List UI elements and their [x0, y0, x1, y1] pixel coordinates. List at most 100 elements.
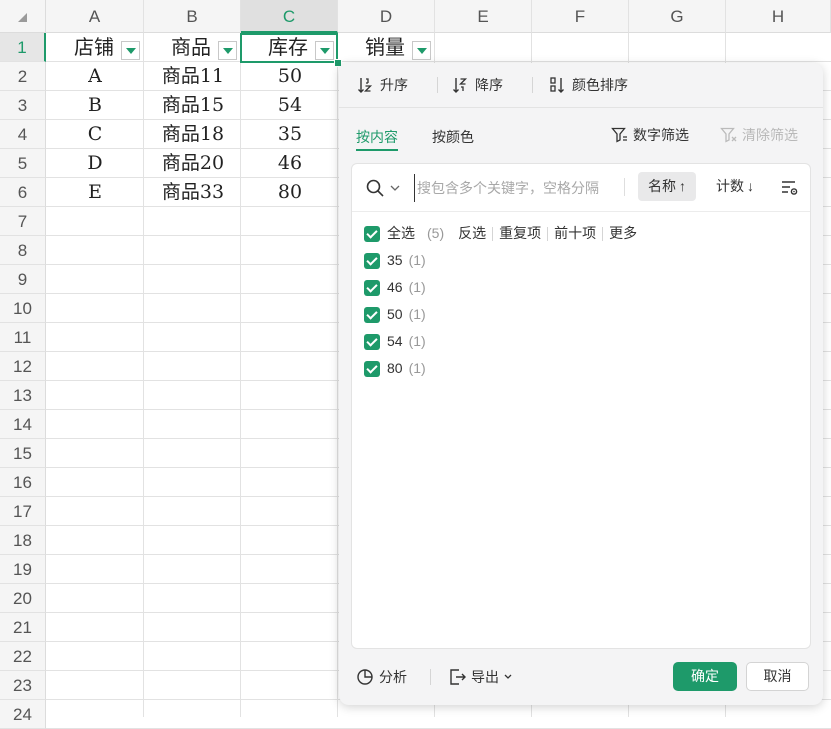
- cell-store[interactable]: E: [47, 178, 143, 207]
- cell-product[interactable]: 商品15: [145, 91, 241, 120]
- row-header-5[interactable]: 5: [0, 149, 46, 178]
- row-header-23[interactable]: 23: [0, 671, 46, 700]
- tab-by-color[interactable]: 按颜色: [432, 127, 474, 147]
- sort-by-color-label: 颜色排序: [572, 77, 628, 93]
- cell-store[interactable]: C: [47, 120, 143, 149]
- cell-product[interactable]: 商品11: [145, 62, 241, 91]
- value-label: 35: [387, 252, 403, 268]
- select-all-row[interactable]: 全选 (5) 反选 重复项 前十项 更多: [364, 220, 643, 247]
- value-list-item[interactable]: 54 (1): [364, 328, 643, 355]
- value-checkbox[interactable]: [364, 333, 380, 350]
- value-count: (1): [408, 360, 426, 376]
- row-header-24[interactable]: 24: [0, 700, 46, 729]
- more-link[interactable]: 更多: [603, 220, 643, 247]
- value-list-item[interactable]: 46 (1): [364, 274, 643, 301]
- cell-stock[interactable]: 46: [242, 149, 338, 178]
- row-header-16[interactable]: 16: [0, 468, 46, 497]
- row-header-1[interactable]: 1: [0, 33, 46, 62]
- color-sort-icon: [549, 76, 567, 94]
- header-cell-sales[interactable]: 销量: [365, 33, 405, 62]
- value-checkbox[interactable]: [364, 360, 380, 377]
- row-header-20[interactable]: 20: [0, 584, 46, 613]
- export-button[interactable]: 导出: [448, 663, 512, 691]
- clear-filter-button[interactable]: 清除筛选: [720, 125, 798, 145]
- cell-stock[interactable]: 50: [242, 62, 338, 91]
- value-list-item[interactable]: 80 (1): [364, 355, 643, 382]
- value-checkbox[interactable]: [364, 306, 380, 323]
- cell-store[interactable]: D: [47, 149, 143, 178]
- row-header-22[interactable]: 22: [0, 642, 46, 671]
- invert-selection-link[interactable]: 反选: [452, 220, 492, 247]
- column-header-a[interactable]: A: [46, 0, 144, 33]
- row-header-15[interactable]: 15: [0, 439, 46, 468]
- tab-by-content[interactable]: 按内容: [356, 127, 398, 147]
- row-header-9[interactable]: 9: [0, 265, 46, 294]
- cell-product[interactable]: 商品18: [145, 120, 241, 149]
- sort-ascending-button[interactable]: 升序: [357, 74, 408, 96]
- column-header-d[interactable]: D: [338, 0, 435, 33]
- row-header-11[interactable]: 11: [0, 323, 46, 352]
- sort-bar: 升序 降序 颜色排序: [339, 63, 823, 108]
- list-settings-icon[interactable]: [781, 179, 799, 197]
- column-header-g[interactable]: G: [629, 0, 726, 33]
- sort-descending-button[interactable]: 降序: [452, 74, 503, 96]
- value-list-item[interactable]: 50 (1): [364, 301, 643, 328]
- value-checkbox[interactable]: [364, 252, 380, 269]
- row-header-12[interactable]: 12: [0, 352, 46, 381]
- column-header-h[interactable]: H: [726, 0, 831, 33]
- column-header-e[interactable]: E: [435, 0, 532, 33]
- row-header-6[interactable]: 6: [0, 178, 46, 207]
- column-header-c[interactable]: C: [241, 0, 338, 33]
- confirm-button[interactable]: 确定: [673, 662, 737, 691]
- sort-by-count-toggle[interactable]: 计数 ↓: [706, 172, 764, 201]
- top-ten-link[interactable]: 前十项: [548, 220, 602, 247]
- number-filter-button[interactable]: 数字筛选: [611, 125, 689, 145]
- row-header-17[interactable]: 17: [0, 497, 46, 526]
- row-header-19[interactable]: 19: [0, 555, 46, 584]
- cell-store[interactable]: A: [47, 62, 143, 91]
- select-all-checkbox[interactable]: [364, 225, 380, 242]
- analyze-button[interactable]: 分析: [356, 663, 407, 691]
- row-header-10[interactable]: 10: [0, 294, 46, 323]
- row-header-13[interactable]: 13: [0, 381, 46, 410]
- value-list-item[interactable]: 35 (1): [364, 247, 643, 274]
- select-all-corner[interactable]: [0, 0, 46, 33]
- cell-store[interactable]: B: [47, 91, 143, 120]
- search-input[interactable]: [414, 174, 615, 202]
- row-header-2[interactable]: 2: [0, 62, 46, 91]
- row-header-4[interactable]: 4: [0, 120, 46, 149]
- row-header-18[interactable]: 18: [0, 526, 46, 555]
- sort-by-name-toggle[interactable]: 名称 ↑: [638, 172, 696, 201]
- row-header-8[interactable]: 8: [0, 236, 46, 265]
- filter-dropdown-a[interactable]: [121, 41, 140, 60]
- row-header-21[interactable]: 21: [0, 613, 46, 642]
- cancel-button[interactable]: 取消: [746, 662, 809, 691]
- search-icon[interactable]: [365, 178, 385, 198]
- chevron-down-icon[interactable]: [390, 185, 400, 192]
- arrow-up-icon: ↑: [679, 178, 686, 194]
- header-cell-product[interactable]: 商品: [171, 33, 211, 62]
- cell-stock[interactable]: 80: [242, 178, 338, 207]
- filter-dropdown-b[interactable]: [218, 41, 237, 60]
- cell-product[interactable]: 商品20: [145, 149, 241, 178]
- cell-stock[interactable]: 54: [242, 91, 338, 120]
- filter-dropdown-d[interactable]: [412, 41, 431, 60]
- cell-product[interactable]: 商品33: [145, 178, 241, 207]
- caret-down-icon: [504, 674, 512, 680]
- header-cell-store[interactable]: 店铺: [74, 33, 114, 62]
- row-header-7[interactable]: 7: [0, 207, 46, 236]
- active-tab-indicator: [356, 149, 398, 151]
- sort-descending-label: 降序: [475, 77, 503, 93]
- sort-by-color-button[interactable]: 颜色排序: [549, 74, 628, 96]
- column-header-b[interactable]: B: [144, 0, 241, 33]
- value-checkbox[interactable]: [364, 279, 380, 296]
- duplicates-link[interactable]: 重复项: [493, 220, 547, 247]
- clear-filter-label: 清除筛选: [742, 127, 798, 143]
- value-count: (1): [408, 306, 426, 322]
- row-header-3[interactable]: 3: [0, 91, 46, 120]
- sort-ascending-label: 升序: [380, 77, 408, 93]
- cell-stock[interactable]: 35: [242, 120, 338, 149]
- column-header-f[interactable]: F: [532, 0, 629, 33]
- row-header-14[interactable]: 14: [0, 410, 46, 439]
- filter-list-box: 名称↑ 计数↓ 全选 (5) 反选 重复项 前十项: [351, 163, 811, 649]
